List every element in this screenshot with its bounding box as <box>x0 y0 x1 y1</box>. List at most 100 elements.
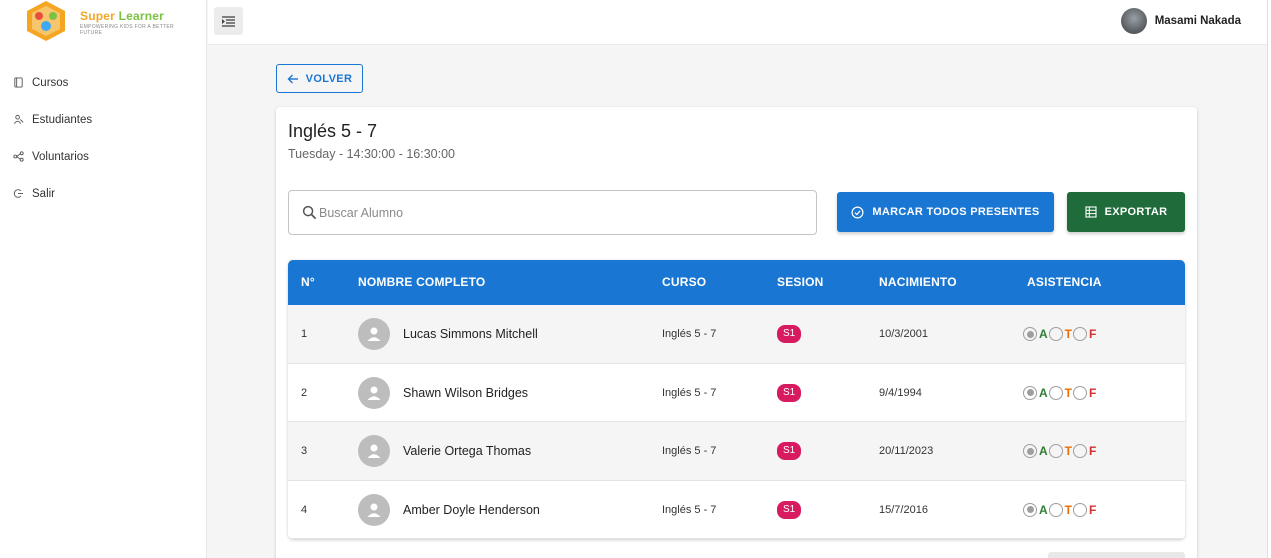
student-course: Inglés 5 - 7 <box>662 503 717 516</box>
search-box[interactable] <box>288 190 817 235</box>
student-avatar <box>358 376 390 409</box>
attendance-radio-late[interactable] <box>1048 327 1063 341</box>
attendance-label-present: A <box>1039 444 1048 458</box>
attendance-label-absent: F <box>1089 444 1097 458</box>
attendance-label-late: T <box>1064 444 1073 458</box>
book-icon <box>14 77 23 88</box>
student-course: Inglés 5 - 7 <box>662 445 717 457</box>
student-avatar <box>358 435 390 467</box>
attendance-label-present: A <box>1039 327 1048 341</box>
column-header-course[interactable]: CURSO <box>662 260 706 305</box>
attendance-label-present: A <box>1039 385 1048 400</box>
brand-tagline: EMPOWERING KIDS FOR A BETTER FUTURE <box>80 24 174 36</box>
user-menu[interactable]: Masami Nakada <box>1120 8 1241 34</box>
person-icon <box>367 386 381 400</box>
attendance-radio-present[interactable] <box>1023 444 1037 458</box>
attendance-radio-present[interactable] <box>1023 502 1037 517</box>
attendance-group: A T F <box>1023 364 1097 422</box>
attendance-label-present: A <box>1039 502 1048 517</box>
mark-all-present-button[interactable]: MARCAR TODOS PRESENTES <box>837 192 1054 232</box>
student-avatar <box>358 318 390 350</box>
person-icon <box>367 327 381 341</box>
search-icon <box>302 205 317 220</box>
student-birth: 15/7/2016 <box>879 503 928 516</box>
attendance-radio-late[interactable] <box>1048 444 1063 458</box>
student-name-cell: Lucas Simmons Mitchell <box>358 305 538 363</box>
brand-logo[interactable]: Super Learner EMPOWERING KIDS FOR A BETT… <box>18 0 178 44</box>
back-button-label: VOLVER <box>305 72 353 85</box>
pagination-control[interactable] <box>1048 552 1185 558</box>
attendance-radio-late[interactable] <box>1048 502 1063 517</box>
table-row: 4 Amber Doyle Henderson Inglés 5 - 7 S1 … <box>288 480 1185 539</box>
search-input[interactable] <box>319 205 799 220</box>
attendance-group: A T F <box>1023 422 1097 480</box>
student-birth: 10/3/2001 <box>879 328 928 340</box>
student-birth: 9/4/1994 <box>879 386 922 399</box>
sidebar-item-cursos[interactable]: Cursos <box>0 64 207 101</box>
student-avatar <box>358 493 390 526</box>
attendance-radio-present[interactable] <box>1023 385 1037 400</box>
attendance-radio-absent[interactable] <box>1073 502 1088 517</box>
student-name: Amber Doyle Henderson <box>403 502 540 517</box>
column-header-number[interactable]: N° <box>301 260 315 305</box>
attendance-radio-late[interactable] <box>1048 385 1063 400</box>
student-name-cell: Amber Doyle Henderson <box>358 481 540 539</box>
attendance-radio-absent[interactable] <box>1073 444 1088 458</box>
person-icon <box>367 503 381 517</box>
students-icon <box>13 114 24 124</box>
export-button[interactable]: EXPORTAR <box>1067 192 1185 232</box>
row-number: 2 <box>301 386 308 399</box>
attendance-radio-absent[interactable] <box>1073 327 1088 341</box>
brand-name-part1: Super <box>80 9 116 23</box>
logo-hexagon-icon <box>27 1 65 41</box>
session-cell: S1 <box>777 364 802 422</box>
sidebar-item-voluntarios[interactable]: Voluntarios <box>0 138 207 175</box>
attendance-label-absent: F <box>1089 327 1097 341</box>
attendance-label-late: T <box>1064 327 1073 341</box>
top-bar: Masami Nakada <box>208 0 1271 45</box>
session-badge: S1 <box>777 442 802 460</box>
attendance-group: A T F <box>1023 481 1097 539</box>
table-row: 2 Shawn Wilson Bridges Inglés 5 - 7 S1 9… <box>288 363 1185 422</box>
session-badge: S1 <box>777 383 802 402</box>
session-badge: S1 <box>777 325 802 343</box>
student-name-cell: Valerie Ortega Thomas <box>358 422 531 480</box>
column-header-birth[interactable]: NACIMIENTO <box>879 260 957 305</box>
column-header-session[interactable]: SESION <box>777 260 824 305</box>
export-label: EXPORTAR <box>1104 206 1168 218</box>
student-name: Valerie Ortega Thomas <box>403 444 532 458</box>
student-name: Lucas Simmons Mitchell <box>403 327 538 341</box>
row-number: 1 <box>301 328 308 340</box>
spreadsheet-icon <box>1085 206 1097 218</box>
column-header-attendance[interactable]: ASISTENCIA <box>1027 260 1102 305</box>
sidebar-item-label: Salir <box>32 187 56 200</box>
attendance-label-absent: F <box>1089 385 1097 400</box>
table-row: 3 Valerie Ortega Thomas Inglés 5 - 7 S1 … <box>288 422 1185 481</box>
brand-name-part2: Learner <box>118 9 164 23</box>
table-row: 1 Lucas Simmons Mitchell Inglés 5 - 7 S1… <box>288 305 1185 364</box>
sidebar-item-estudiantes[interactable]: Estudiantes <box>0 101 207 138</box>
user-avatar <box>1120 8 1147 34</box>
menu-toggle-button[interactable] <box>214 7 243 35</box>
page-scrollbar[interactable] <box>1267 0 1271 558</box>
attendance-radio-present[interactable] <box>1023 327 1037 341</box>
course-schedule: Tuesday - 14:30:00 - 16:30:00 <box>288 147 456 161</box>
students-table: N° NOMBRE COMPLETO CURSO SESION NACIMIEN… <box>288 260 1185 539</box>
sidebar-nav: Cursos Estudiantes Voluntarios Salir <box>0 64 207 212</box>
row-number: 4 <box>301 503 308 516</box>
person-icon <box>367 444 381 458</box>
back-button[interactable]: VOLVER <box>276 64 363 93</box>
attendance-label-late: T <box>1064 502 1073 517</box>
attendance-radio-absent[interactable] <box>1073 385 1088 400</box>
user-name: Masami Nakada <box>1154 15 1241 27</box>
sidebar-item-salir[interactable]: Salir <box>0 175 207 212</box>
student-name-cell: Shawn Wilson Bridges <box>358 364 528 422</box>
student-course: Inglés 5 - 7 <box>662 328 717 340</box>
attendance-label-late: T <box>1064 385 1073 400</box>
student-course: Inglés 5 - 7 <box>662 386 717 399</box>
sidebar-item-label: Estudiantes <box>32 113 93 126</box>
student-birth: 20/11/2023 <box>879 445 934 457</box>
attendance-label-absent: F <box>1089 502 1097 517</box>
column-header-name[interactable]: NOMBRE COMPLETO <box>358 260 485 305</box>
student-name: Shawn Wilson Bridges <box>403 385 529 400</box>
